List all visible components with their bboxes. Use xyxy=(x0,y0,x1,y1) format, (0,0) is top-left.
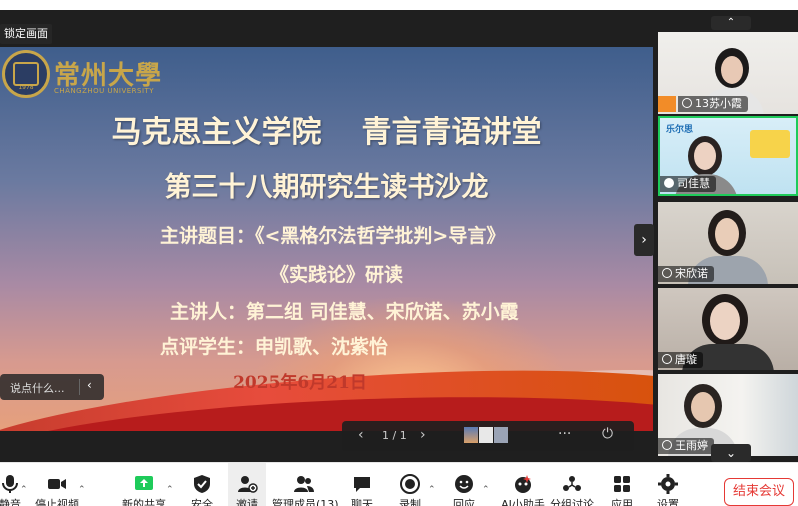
participant-panel: 13苏小霞 乐尔思 司佳慧 宋欣诺 唐璇 王雨婷 xyxy=(653,10,798,462)
more-icon[interactable]: ··· xyxy=(558,426,571,442)
scroll-down-chevron-icon[interactable]: ⌄ xyxy=(711,444,751,462)
chat-icon xyxy=(354,477,370,492)
slide-title: 马克思主义学院 青言青语讲堂 xyxy=(0,107,653,151)
white-swatch-icon[interactable] xyxy=(479,427,493,443)
participant-tile-active[interactable]: 乐尔思 司佳慧 xyxy=(658,116,798,196)
invite-icon xyxy=(238,476,258,493)
participant-name: 宋欣诺 xyxy=(658,266,714,282)
reaction-button[interactable]: 回应 xyxy=(446,463,482,506)
meeting-toolbar: 静音 ⌃ 停止视频 ⌃ 新的共享 ⌃ 安全 邀请 管理成员(13) 聊天 录制 … xyxy=(0,462,798,506)
mic-muted-icon xyxy=(682,98,692,108)
security-button[interactable]: 安全 xyxy=(184,463,220,506)
mic-muted-icon xyxy=(662,440,672,450)
slide-page-indicator: 1 / 1 xyxy=(382,429,407,442)
share-icon xyxy=(135,476,153,490)
expand-panel-chevron-right-icon[interactable]: › xyxy=(634,224,654,256)
mic-muted-icon xyxy=(662,268,672,278)
chat-quick-input[interactable]: 说点什么... ‹ xyxy=(0,374,104,400)
breakout-icon xyxy=(563,476,581,491)
record-options-caret-icon[interactable]: ⌃ xyxy=(428,485,436,495)
ai-assistant-icon xyxy=(515,475,531,493)
university-logo-icon: 1978 xyxy=(2,50,50,98)
new-share-button[interactable]: 新的共享 xyxy=(120,463,168,506)
ai-assistant-button[interactable]: AI小助手 xyxy=(498,463,548,506)
meeting-window: 锁定画面 1978 常州大學 CHANGZHOU UNIVERSITY 马克思主… xyxy=(0,0,798,506)
virtual-bg-text: 乐尔思 xyxy=(666,125,694,135)
reaction-options-caret-icon[interactable]: ⌃ xyxy=(482,485,490,495)
slide-control-bar: ‹ 1 / 1 › ··· ⏻ xyxy=(342,421,634,451)
slide-topic: 主讲题目：《<黑格尔法哲学批判>导言》 xyxy=(160,225,506,247)
slide-title-right: 青言青语讲堂 xyxy=(361,115,542,150)
next-slide-icon[interactable]: › xyxy=(420,427,426,443)
prev-slide-icon[interactable]: ‹ xyxy=(358,427,364,443)
apps-icon xyxy=(614,476,630,492)
slide-title-left: 马克思主义学院 xyxy=(111,115,322,150)
participant-tile[interactable]: 唐璇 xyxy=(658,288,798,370)
participant-name: 司佳慧 xyxy=(660,176,716,192)
video-options-caret-icon[interactable]: ⌃ xyxy=(78,485,86,495)
settings-button[interactable]: 设置 xyxy=(650,463,686,506)
slide-topic-2: 《实践论》研读 xyxy=(270,264,404,286)
chat-placeholder: 说点什么... xyxy=(10,382,65,395)
chat-button[interactable]: 聊天 xyxy=(344,463,380,506)
members-icon xyxy=(294,476,314,492)
shield-icon xyxy=(194,475,210,493)
stop-share-icon[interactable]: ⏻ xyxy=(602,426,613,442)
scroll-up-chevron-icon[interactable]: ⌃ xyxy=(711,16,751,30)
participant-name: 王雨婷 xyxy=(658,438,714,454)
participant-tile[interactable]: 宋欣诺 xyxy=(658,202,798,284)
lock-screen-button[interactable]: 锁定画面 xyxy=(0,24,52,44)
record-button[interactable]: 录制 xyxy=(392,463,428,506)
slide-reviewers: 点评学生：申凯歌、沈紫怡 xyxy=(160,336,389,358)
slide-speakers: 主讲人：第二组 司佳慧、宋欣诺、苏小霞 xyxy=(170,301,519,323)
share-options-caret-icon[interactable]: ⌃ xyxy=(166,485,174,495)
mic-icon xyxy=(2,475,18,493)
apps-button[interactable]: 应用 xyxy=(604,463,640,506)
reaction-icon xyxy=(455,475,473,493)
stop-video-button[interactable]: 停止视频 xyxy=(34,463,80,506)
breakout-rooms-button[interactable]: 分组讨论 xyxy=(548,463,596,506)
mic-muted-icon xyxy=(662,354,672,364)
color-swatch-icon[interactable] xyxy=(464,427,478,443)
gear-icon xyxy=(658,474,678,494)
avatar-swatch-icon[interactable] xyxy=(494,427,508,443)
chevron-left-icon[interactable]: ‹ xyxy=(87,378,92,392)
mic-active-icon xyxy=(664,178,674,188)
end-meeting-button[interactable]: 结束会议 xyxy=(724,478,794,506)
invite-button[interactable]: 邀请 xyxy=(228,463,266,506)
record-icon xyxy=(400,474,420,494)
slide-subtitle: 第三十八期研究生读书沙龙 xyxy=(164,172,489,203)
mute-options-caret-icon[interactable]: ⌃ xyxy=(20,485,28,495)
participant-tile[interactable]: 13苏小霞 xyxy=(658,32,798,114)
participant-name: 唐璇 xyxy=(658,352,703,368)
top-system-strip xyxy=(0,0,798,10)
participant-name: 13苏小霞 xyxy=(678,96,748,112)
annotation-tools[interactable] xyxy=(464,427,520,445)
logo-year: 1978 xyxy=(18,84,34,91)
video-icon xyxy=(48,479,66,489)
manage-members-button[interactable]: 管理成员(13) xyxy=(272,463,339,506)
host-person-icon xyxy=(658,96,676,112)
university-name-en: CHANGZHOU UNIVERSITY xyxy=(54,87,155,95)
